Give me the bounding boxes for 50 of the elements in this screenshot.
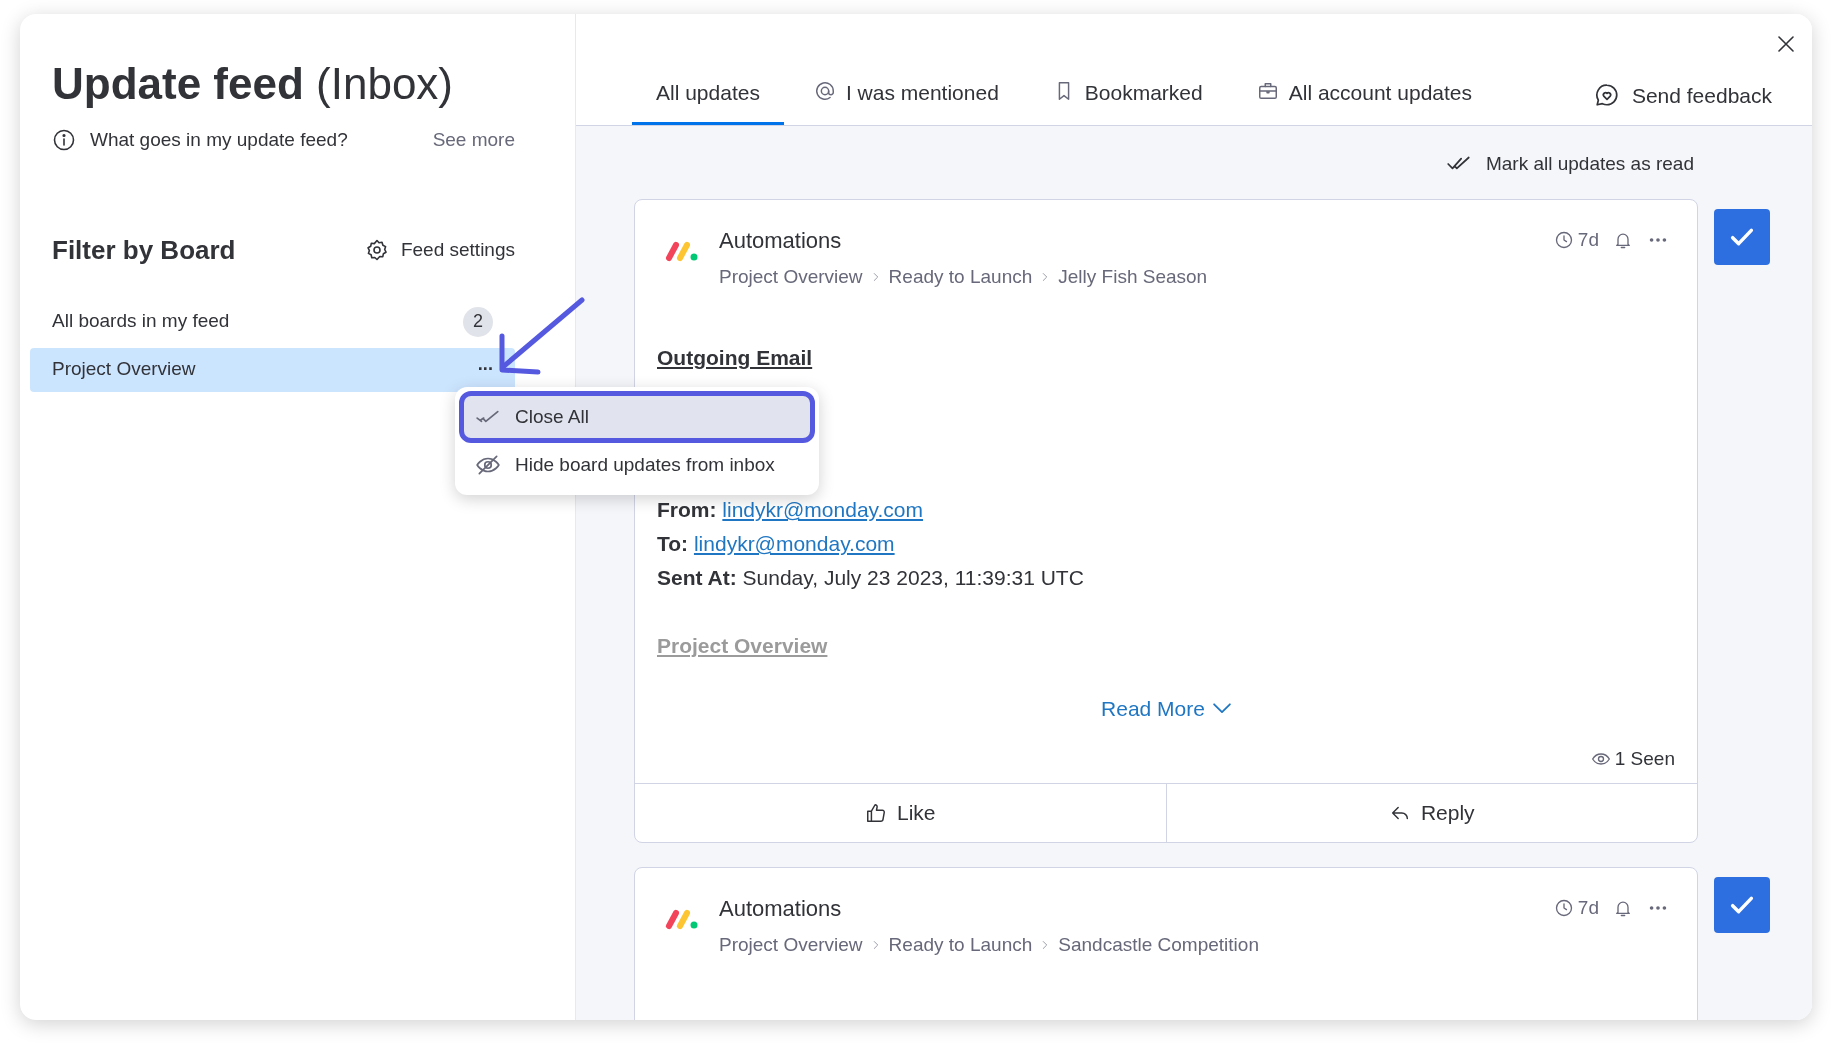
breadcrumb-link[interactable]: Sandcastle Competition [1058, 931, 1259, 960]
email-field: Sent At: Sunday, July 23 2023, 11:39:31 UTC [657, 561, 1697, 595]
chevron-down-icon [1212, 703, 1231, 715]
clock-icon [1553, 898, 1574, 919]
like-icon [865, 802, 887, 824]
settings-icon [364, 238, 389, 262]
at-icon [813, 80, 836, 102]
chat-heart-icon [1593, 82, 1620, 109]
field-value: Sunday, July 23 2023, 11:39:31 UTC [742, 566, 1084, 589]
briefcase-icon [1256, 80, 1279, 102]
section-heading: Filter by Board [52, 233, 236, 267]
author-name: Automations [719, 226, 843, 255]
mark-read-checkbox[interactable] [1714, 208, 1770, 265]
logo-icon [665, 908, 699, 930]
time-label: 7d [1553, 225, 1599, 254]
tab[interactable]: Bookmarked [1028, 77, 1227, 125]
see-more-link[interactable]: See more [432, 126, 515, 155]
logo-icon [665, 239, 699, 262]
email-link[interactable]: lindykr@monday.com [693, 532, 895, 555]
action-button[interactable]: Reply [1165, 784, 1697, 842]
breadcrumb-link[interactable]: Project Overview [719, 931, 863, 960]
hidden-eye-icon [475, 452, 501, 478]
feed-settings-button[interactable]: Feed settings [364, 235, 515, 265]
tab[interactable]: I was mentioned [789, 77, 1023, 125]
breadcrumb-link[interactable]: Project Overview [719, 262, 863, 291]
count-badge: 2 [463, 306, 493, 337]
time-label: 7d [1553, 894, 1599, 923]
email-link[interactable]: lindykr@monday.com [722, 498, 923, 521]
info-text: What goes in my update feed? [90, 128, 348, 152]
action-button[interactable]: Like [635, 784, 1166, 842]
info-icon [52, 128, 76, 153]
send-feedback-button[interactable]: Send feedback [1593, 79, 1772, 111]
more-button[interactable]: ··· [477, 356, 493, 383]
breadcrumb-link[interactable]: Jelly Fish Season [1058, 262, 1208, 291]
tab[interactable]: All updates [632, 77, 784, 125]
page-title: Update feed (Inbox) [52, 58, 454, 110]
board-item[interactable]: Project Overview ··· [30, 347, 515, 392]
read-more-button[interactable]: Read More [1101, 693, 1231, 725]
clock-icon [1553, 229, 1574, 250]
email-field: To: lindykr@monday.com [657, 527, 1697, 561]
email-field: From: lindykr@monday.com [657, 493, 1697, 527]
board-item[interactable]: All boards in my feed 2 [30, 299, 515, 344]
email-heading: Outgoing Email [657, 345, 814, 371]
mark-read-checkbox[interactable] [1714, 877, 1770, 933]
seen-count: 1 Seen [1590, 744, 1675, 773]
breadcrumb-link[interactable]: Ready to Launch [888, 931, 1033, 960]
tab[interactable]: All account updates [1232, 77, 1496, 125]
breadcrumb-link[interactable]: Ready to Launch [888, 262, 1033, 291]
author-name: Automations [719, 895, 843, 923]
mark-all-read-button[interactable]: Mark all updates as read [1445, 150, 1694, 179]
